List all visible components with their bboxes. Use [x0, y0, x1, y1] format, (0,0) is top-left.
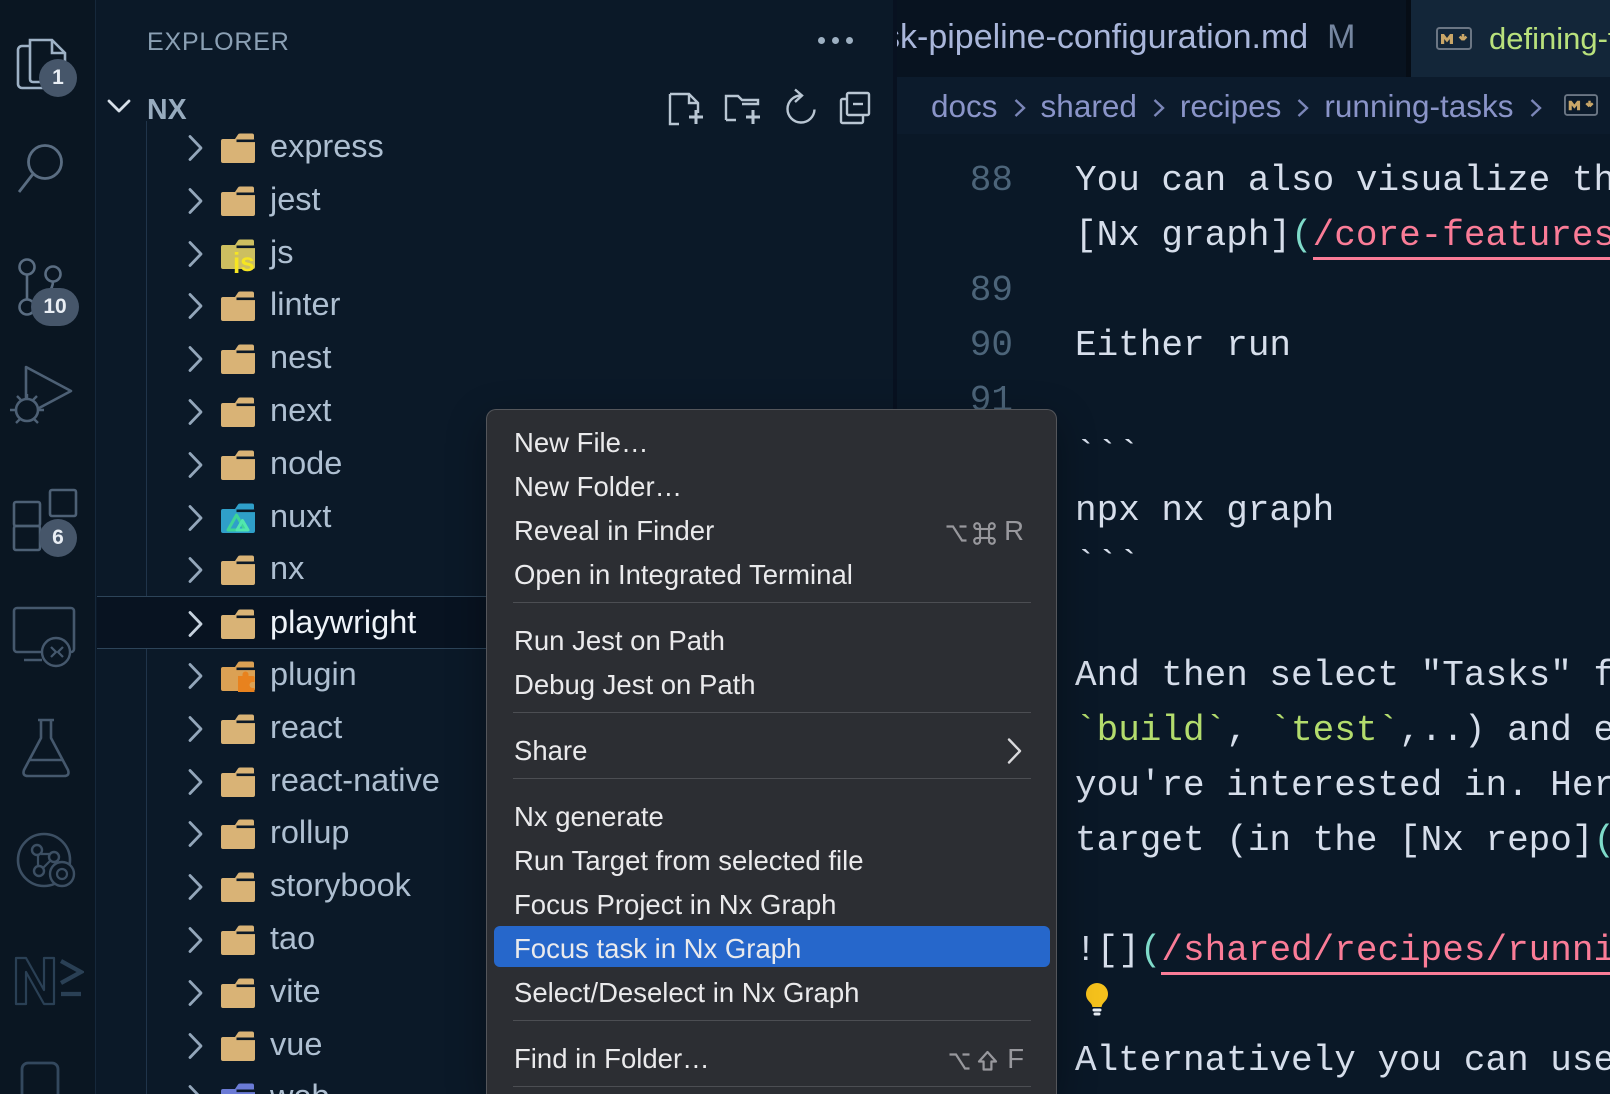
svg-text:js: js: [232, 247, 255, 273]
